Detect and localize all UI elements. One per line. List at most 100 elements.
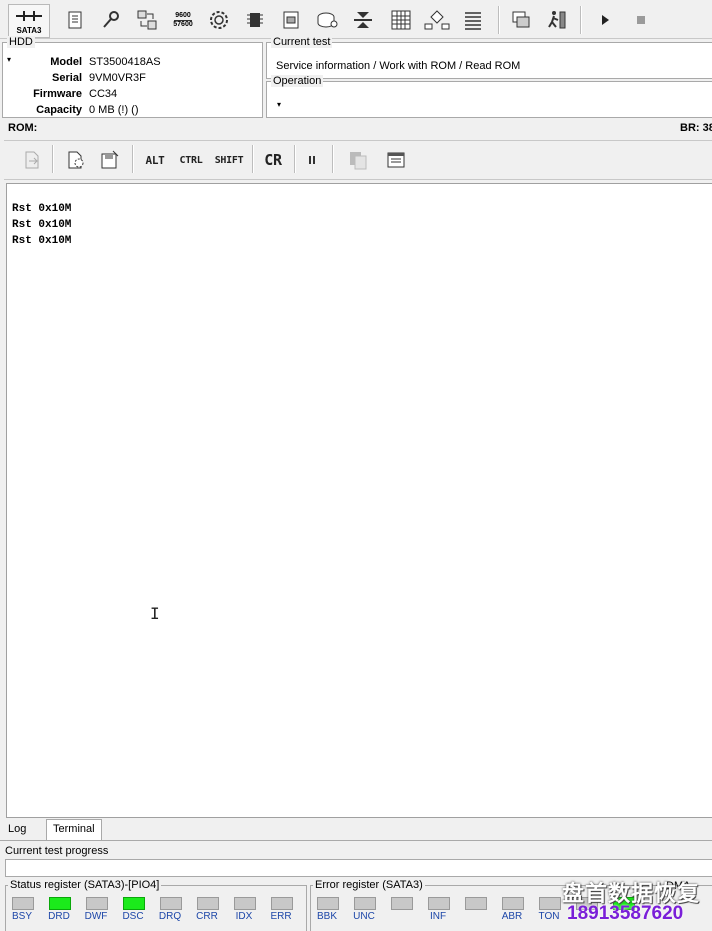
copy-icon [350,152,367,170]
disk-button[interactable] [312,5,342,35]
hdd-serial-row: Serial 9VM0VR3F [3,70,258,86]
status-register-led [197,897,219,910]
windows-icon [512,11,530,28]
sata-port-button[interactable]: SATA3 [8,4,50,38]
transfer-button[interactable] [132,5,162,35]
grid-icon [391,10,411,30]
stop-icon [637,16,645,24]
alt-key-button[interactable]: ALT [142,147,168,173]
terminal-settings-button[interactable] [62,147,90,173]
terminal-separator [52,145,54,173]
copy-button[interactable] [344,147,372,173]
status-register-bit-label: DRD [48,911,70,922]
error-register-bit-label: BBK [316,911,337,922]
status-register-led [123,897,145,910]
exit-runner-icon [548,11,566,29]
hdd-capacity-label: Capacity [36,104,82,116]
terminal-line: Rst 0x10M [12,219,72,231]
hdd-firmware-label: Firmware [33,88,82,100]
hdd-firmware-row: Firmware CC34 [3,86,258,102]
rom-bar: ROM: BR: 38 [0,120,712,138]
key-button[interactable] [96,5,126,35]
bottom-tabs: Log Terminal [0,818,712,841]
shift-key-button[interactable]: SHIFT [212,147,246,173]
error-register-bit-label: INF [429,911,447,922]
save-icon [101,150,119,169]
tab-terminal[interactable]: Terminal [46,819,102,840]
align-button[interactable] [348,5,378,35]
drive-info-icon [283,11,299,29]
error-register-bit-label: TON [538,911,560,922]
toolbar-separator [580,6,582,34]
exit-button[interactable] [542,5,572,35]
power-button[interactable] [204,5,234,35]
play-button[interactable] [590,5,620,35]
play-icon [602,15,609,25]
hdd-firmware-value: CC34 [89,88,118,100]
terminal-line: Rst 0x10M [12,203,72,215]
hdd-model-value: ST3500418AS [89,56,161,68]
document-gear-icon [68,151,84,169]
current-test-panel: Current test Service information / Work … [266,36,712,79]
grid-button[interactable] [386,5,416,35]
ctrl-key-button[interactable]: CTRL [176,147,206,173]
hdd-serial-value: 9VM0VR3F [89,72,146,84]
error-register-legend: Error register (SATA3) [313,879,425,891]
watermark-phone: 18913587620 [567,903,684,924]
chip-icon [247,13,263,27]
error-register-led [428,897,450,910]
hdd-model-label: Model [50,56,82,68]
status-register-led [12,897,34,910]
error-register-led [539,897,561,910]
flowchart-button[interactable] [422,5,452,35]
status-register-group: Status register (SATA3)-[PIO4] BSY DRD DWF… [5,879,307,931]
progress-label: Current test progress [5,845,109,857]
error-register-led [354,897,376,910]
baud-rate-button[interactable]: 9600 57600 [168,5,198,35]
baud-rate-label: BR: 38 [680,122,712,134]
save-log-button[interactable] [96,147,124,173]
hdd-serial-label: Serial [52,72,82,84]
error-register-led [391,897,413,910]
send-file-button[interactable] [18,147,46,173]
current-test-value: Service information / Work with ROM / Re… [276,60,521,72]
status-register-bit-label: CRR [196,911,218,922]
status-register-led [49,897,71,910]
terminal-toolbar: ALT CTRL SHIFT CR [4,140,712,180]
hdd-capacity-value: 0 MB (!) () [89,104,139,116]
chip-button[interactable] [240,5,270,35]
list-button[interactable] [458,5,488,35]
hdd-panel: HDD ▾ Model ST3500418AS Serial 9VM0VR3F … [2,36,263,118]
status-register-bit-label: BSY [11,911,32,922]
terminal-separator [332,145,334,173]
sata-connector-icon [16,11,42,21]
stop-button[interactable] [626,5,656,35]
cr-key-button[interactable]: CR [258,147,288,173]
status-register-bit-label: IDX [235,911,253,922]
operation-dropdown-arrow-icon[interactable]: ▾ [277,100,281,109]
toolbar-separator [498,6,500,34]
main-toolbar: SATA3 9600 57600 [0,0,712,39]
windows-button[interactable] [506,5,536,35]
hdd-capacity-row: Capacity 0 MB (!) () [3,102,258,118]
pause-button[interactable] [302,147,322,173]
text-cursor-icon: I [150,604,160,623]
baud-bottom: 57600 [173,20,193,28]
error-register-bit-label: ABR [501,911,523,922]
tab-log[interactable]: Log [2,820,32,838]
status-register-led [234,897,256,910]
status-register-bit-label: ERR [270,911,292,922]
clear-terminal-button[interactable] [382,147,410,173]
scroll-button[interactable] [60,5,90,35]
status-register-led [271,897,293,910]
rom-label: ROM: [8,122,38,134]
send-file-icon [25,151,39,169]
error-register-led [465,897,487,910]
status-register-legend: Status register (SATA3)-[PIO4] [8,879,162,891]
terminal-separator [132,145,134,173]
drive-info-button[interactable] [276,5,306,35]
terminal-separator [294,145,296,173]
progress-bar [5,859,712,877]
terminal-output[interactable]: Rst 0x10M Rst 0x10M Rst 0x10M [6,183,712,818]
transfer-icon [137,10,157,30]
